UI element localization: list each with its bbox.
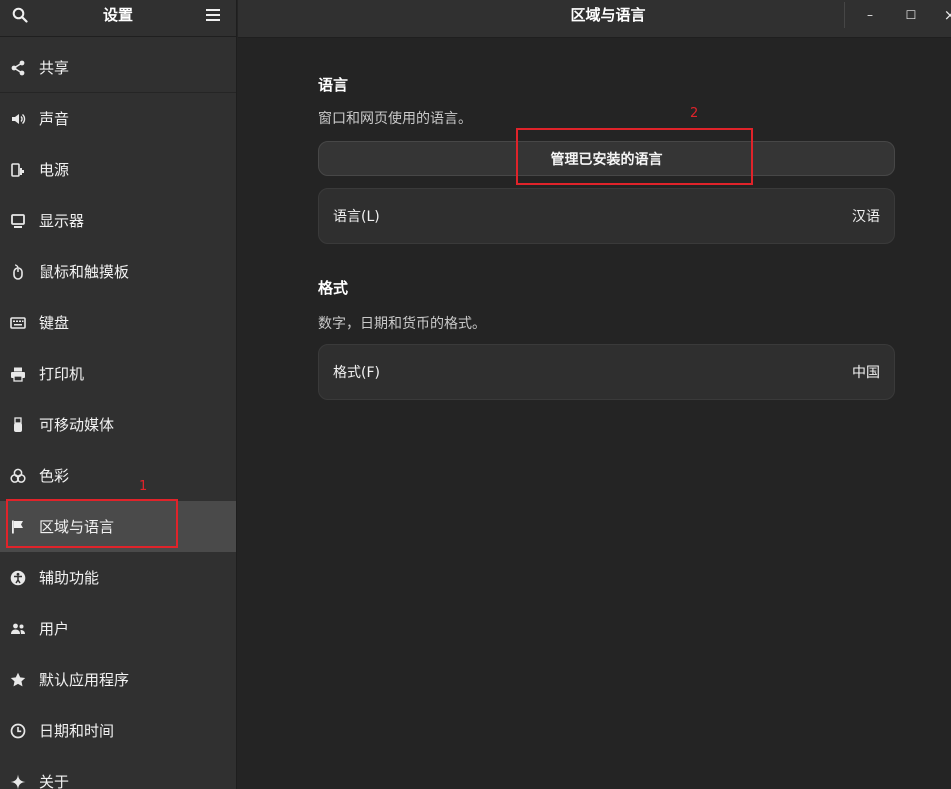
annotation-label-1: 1 xyxy=(139,479,148,494)
language-row-label: 语言(L) xyxy=(333,209,380,225)
formats-section-title: 格式 xyxy=(318,279,349,297)
close-button[interactable]: × xyxy=(938,4,951,26)
formats-row-value: 中国 xyxy=(852,365,880,381)
sidebar-item-sound[interactable]: 声音 xyxy=(0,93,236,144)
sidebar-item-label: 共享 xyxy=(39,59,70,77)
formats-row-label: 格式(F) xyxy=(333,365,380,381)
sidebar-item-color[interactable]: 色彩 xyxy=(0,450,236,501)
sidebar-item-label: 打印机 xyxy=(39,365,85,383)
users-icon xyxy=(10,621,26,637)
sidebar-item-removable-media[interactable]: 可移动媒体 xyxy=(0,399,236,450)
header-divider xyxy=(844,2,845,28)
sidebar-item-mouse[interactable]: 鼠标和触摸板 xyxy=(0,246,236,297)
sidebar-item-label: 默认应用程序 xyxy=(39,671,130,689)
sidebar-item-label: 辅助功能 xyxy=(39,569,100,587)
main-header: 区域与语言 – ☐ × xyxy=(238,0,951,38)
color-icon xyxy=(10,468,26,484)
sidebar-title: 设置 xyxy=(102,6,133,24)
sidebar-item-label: 关于 xyxy=(39,773,70,789)
language-section-title: 语言 xyxy=(318,76,349,94)
sidebar-item-share[interactable]: 共享 xyxy=(0,42,236,93)
printer-icon xyxy=(10,366,26,382)
share-icon xyxy=(10,60,26,76)
formats-row[interactable]: 格式(F) 中国 xyxy=(318,344,895,400)
annotation-box-1 xyxy=(6,499,178,548)
sidebar-item-display[interactable]: 显示器 xyxy=(0,195,236,246)
sidebar-item-default-apps[interactable]: 默认应用程序 xyxy=(0,654,236,705)
sidebar-item-label: 声音 xyxy=(39,110,70,128)
usb-icon xyxy=(10,416,26,433)
sidebar-item-about[interactable]: 关于 xyxy=(0,756,236,789)
sidebar-item-date-time[interactable]: 日期和时间 xyxy=(0,705,236,756)
sidebar-item-label: 日期和时间 xyxy=(39,722,115,740)
sidebar-item-accessibility[interactable]: 辅助功能 xyxy=(0,552,236,603)
sidebar-header: 设置 xyxy=(0,0,236,37)
keyboard-icon xyxy=(10,315,26,331)
sidebar-item-label: 色彩 xyxy=(39,467,70,485)
power-icon xyxy=(10,162,26,178)
speaker-icon xyxy=(10,111,26,127)
sidebar-item-power[interactable]: 电源 xyxy=(0,144,236,195)
sidebar-item-label: 鼠标和触摸板 xyxy=(39,263,130,281)
mouse-icon xyxy=(10,263,26,280)
annotation-label-2: 2 xyxy=(690,106,699,121)
language-row[interactable]: 语言(L) 汉语 xyxy=(318,188,895,244)
menu-icon[interactable] xyxy=(204,6,222,24)
star-icon xyxy=(10,672,26,688)
accessibility-icon xyxy=(10,570,26,586)
sidebar-item-label: 可移动媒体 xyxy=(39,416,115,434)
sidebar-item-label: 电源 xyxy=(39,161,70,179)
sidebar: 设置 共享 声音 电源 显示器 鼠标和触摸板 键盘 打印机 可移动媒体 色彩 区… xyxy=(0,0,237,789)
sidebar-item-label: 显示器 xyxy=(39,212,85,230)
sidebar-item-label: 键盘 xyxy=(39,314,70,332)
annotation-box-2 xyxy=(516,128,753,185)
sidebar-item-users[interactable]: 用户 xyxy=(0,603,236,654)
formats-section-description: 数字，日期和货币的格式。 xyxy=(318,316,486,332)
sidebar-item-printer[interactable]: 打印机 xyxy=(0,348,236,399)
language-row-value: 汉语 xyxy=(852,209,880,225)
maximize-button[interactable]: ☐ xyxy=(899,4,923,26)
sidebar-item-keyboard[interactable]: 键盘 xyxy=(0,297,236,348)
minimize-button[interactable]: – xyxy=(858,4,882,26)
sparkle-icon xyxy=(10,774,26,789)
clock-icon xyxy=(10,723,26,739)
display-icon xyxy=(10,213,26,229)
language-section-description: 窗口和网页使用的语言。 xyxy=(318,111,472,127)
sidebar-item-label: 用户 xyxy=(39,620,70,638)
